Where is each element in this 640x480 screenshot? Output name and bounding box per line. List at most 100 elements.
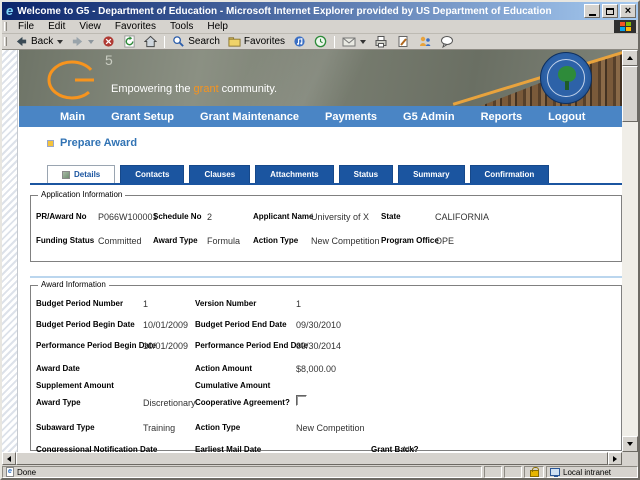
field-label: Budget Period End Date — [195, 320, 287, 329]
menu-edit[interactable]: Edit — [41, 21, 72, 32]
horizontal-scrollbar[interactable] — [2, 452, 622, 465]
nav-main[interactable]: Main — [47, 111, 98, 123]
forward-dropdown-icon[interactable] — [88, 39, 95, 44]
mail-icon — [342, 37, 356, 47]
arrow-left-icon — [7, 455, 11, 462]
field-label: Subaward Type — [36, 423, 95, 432]
tab-strip: Details Contacts Clauses Attachments Sta… — [47, 165, 550, 183]
status-pane-empty — [484, 466, 502, 478]
favorites-button[interactable]: Favorites — [224, 34, 289, 49]
tagline-grant-highlight: grant — [193, 83, 219, 95]
tab-details-icon — [62, 170, 70, 179]
menu-help[interactable]: Help — [200, 21, 235, 32]
tab-attachments[interactable]: Attachments — [255, 165, 334, 183]
field-label: Applicant Name — [253, 212, 314, 221]
scroll-up-button[interactable] — [622, 50, 638, 66]
scroll-left-button[interactable] — [2, 452, 16, 465]
field-value: OPE — [435, 236, 455, 246]
search-icon — [173, 36, 185, 47]
award-info-row: Subaward Type Training Action Type New C… — [31, 423, 621, 434]
groupbox-legend: Application Information — [38, 190, 126, 199]
back-icon — [16, 36, 27, 47]
ie-app-icon: e — [6, 2, 14, 18]
field-label: PR/Award No — [36, 212, 87, 221]
page-left-margin — [2, 50, 18, 452]
forward-button[interactable] — [67, 34, 98, 49]
menu-view[interactable]: View — [72, 21, 108, 32]
home-button[interactable] — [140, 34, 161, 49]
field-label: Award Type — [153, 236, 198, 245]
minimize-icon — [588, 13, 596, 16]
menu-favorites[interactable]: Favorites — [108, 21, 163, 32]
field-label: State — [381, 212, 401, 221]
vertical-scroll-track[interactable] — [622, 122, 638, 436]
menu-tools[interactable]: Tools — [163, 21, 200, 32]
award-info-row: Performance Period Begin Date 10/01/2009… — [31, 341, 621, 352]
award-info-row: Supplement Amount Cumulative Amount — [31, 381, 621, 392]
field-value: P066W100001 — [98, 212, 158, 222]
field-label: Cumulative Amount — [195, 381, 271, 390]
print-button[interactable] — [370, 34, 392, 49]
tab-contacts[interactable]: Contacts — [120, 165, 185, 183]
edit-button[interactable] — [392, 34, 414, 49]
field-value: Training — [143, 423, 176, 433]
stop-button[interactable] — [98, 34, 119, 49]
nav-logout[interactable]: Logout — [535, 111, 598, 123]
discuss-button[interactable] — [436, 34, 458, 49]
menu-grip[interactable] — [4, 22, 7, 31]
arrow-right-icon — [613, 455, 617, 462]
windows-logo-icon — [614, 20, 636, 33]
tab-clauses[interactable]: Clauses — [189, 165, 251, 183]
tab-status[interactable]: Status — [338, 165, 394, 183]
back-dropdown-icon[interactable] — [57, 39, 64, 44]
scroll-down-button[interactable] — [622, 436, 638, 452]
banner-tagline: Empowering the grant community. — [111, 83, 278, 95]
nav-grant-setup[interactable]: Grant Setup — [98, 111, 187, 123]
field-label: Award Type — [36, 398, 81, 407]
restore-button[interactable] — [602, 4, 618, 18]
tab-summary[interactable]: Summary — [398, 165, 465, 183]
toolbar-grip[interactable] — [4, 37, 7, 46]
menu-file[interactable]: File — [11, 21, 41, 32]
field-label: Action Amount — [195, 364, 253, 373]
g5-logo-five: 5 — [105, 52, 113, 68]
forward-icon — [73, 36, 83, 47]
status-pane-main: e Done — [2, 466, 482, 478]
tab-details[interactable]: Details — [47, 165, 116, 183]
window-title: Welcome to G5 - Department of Education … — [17, 5, 552, 17]
award-info-row: Award Type Discretionary Cooperative Agr… — [31, 395, 621, 409]
history-icon — [314, 35, 327, 48]
nav-g5-admin[interactable]: G5 Admin — [390, 111, 468, 123]
arrow-down-icon — [627, 442, 633, 446]
banner-texture — [199, 50, 459, 106]
department-of-education-seal — [540, 52, 592, 104]
tab-confirmation[interactable]: Confirmation — [469, 165, 550, 183]
nav-grant-maintenance[interactable]: Grant Maintenance — [187, 111, 312, 123]
refresh-button[interactable] — [119, 34, 140, 49]
title-bar: e Welcome to G5 - Department of Educatio… — [2, 2, 638, 20]
minimize-button[interactable] — [584, 4, 600, 18]
back-button[interactable]: Back — [11, 34, 67, 49]
app-info-row: PR/Award No P066W100001 Schedule No 2 Ap… — [31, 212, 621, 223]
mail-dropdown-icon[interactable] — [360, 39, 367, 44]
mail-button[interactable] — [338, 34, 370, 49]
field-label: Funding Status — [36, 236, 95, 245]
field-label: Budget Period Begin Date — [36, 320, 135, 329]
search-button[interactable]: Search — [168, 34, 224, 49]
nav-payments[interactable]: Payments — [312, 111, 390, 123]
vertical-scroll-thumb[interactable] — [622, 66, 638, 122]
history-button[interactable] — [310, 34, 331, 49]
field-label: Cooperative Agreement? — [195, 398, 290, 407]
scroll-right-button[interactable] — [608, 452, 622, 465]
messenger-button[interactable] — [414, 34, 436, 49]
menu-bar: File Edit View Favorites Tools Help — [2, 20, 638, 34]
section-divider — [30, 276, 622, 278]
horizontal-scroll-thumb[interactable] — [16, 452, 608, 465]
field-value: Formula — [207, 236, 241, 246]
vertical-scrollbar[interactable] — [622, 50, 638, 452]
cooperative-agreement-checkbox[interactable] — [296, 395, 307, 406]
media-button[interactable] — [289, 34, 310, 49]
nav-reports[interactable]: Reports — [468, 111, 536, 123]
field-value: 09/30/2010 — [296, 320, 342, 330]
close-button[interactable]: × — [620, 4, 636, 18]
